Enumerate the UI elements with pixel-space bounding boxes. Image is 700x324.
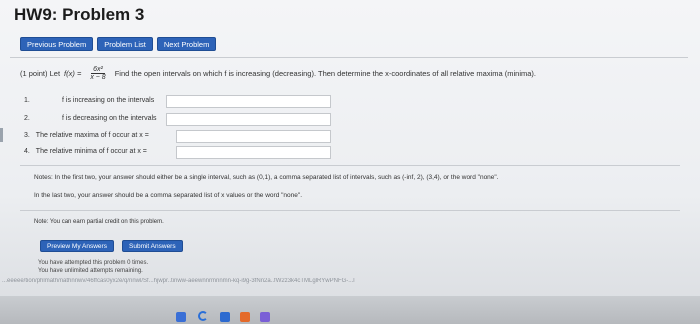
next-problem-button[interactable]: Next Problem [156, 37, 217, 51]
notes-line-1: Notes: In the first two, your answer sho… [34, 174, 499, 181]
question-label: 4. The relative minima of f occur at x = [24, 148, 147, 155]
submit-answers-button[interactable]: Submit Answers [122, 240, 183, 252]
attempts-count: You have attempted this problem 0 times. [38, 260, 149, 266]
answer-input-1[interactable] [166, 95, 331, 108]
points-label: (1 point) Let [20, 69, 61, 78]
app-icon[interactable] [176, 312, 186, 322]
refresh-icon[interactable] [198, 311, 208, 321]
fraction-denominator: x − 8 [90, 74, 106, 81]
taskbar [0, 296, 700, 324]
previous-problem-button[interactable]: Previous Problem [20, 37, 94, 51]
divider [10, 57, 688, 58]
notes-block: Notes: In the first two, your answer sho… [34, 172, 634, 202]
question-number: 2. [24, 115, 30, 122]
question-text: The relative maxima of f occur at x = [35, 132, 149, 139]
partial-credit-note: Note: You can earn partial credit on thi… [34, 219, 164, 225]
left-edge-marker [0, 128, 3, 142]
fraction-numerator: 6x² [91, 66, 105, 74]
function-lhs: f(x) = [64, 69, 82, 78]
answer-input-4[interactable] [176, 146, 331, 159]
preview-answers-button[interactable]: Preview My Answers [40, 240, 114, 252]
problem-instructions: Find the open intervals on which f is in… [114, 69, 537, 78]
problem-list-button[interactable]: Problem List [97, 37, 153, 51]
answer-input-3[interactable] [176, 130, 331, 143]
question-label: f is decreasing on the intervals [62, 115, 157, 122]
url-strip: ...eeeee/tion/phlmath/nathnnwv/46ffcas0y… [2, 278, 355, 284]
question-label: f is increasing on the intervals [62, 97, 155, 104]
divider [20, 165, 680, 166]
answer-input-2[interactable] [166, 113, 331, 126]
question-label: 3. The relative maxima of f occur at x = [24, 132, 149, 139]
question-row-3: 3. The relative maxima of f occur at x = [24, 132, 149, 139]
attempts-remaining: You have unlimited attempts remaining. [38, 268, 143, 274]
function-fraction: 6x² x − 8 [88, 66, 107, 81]
app-icon[interactable] [240, 312, 250, 322]
notes-line-2: In the last two, your answer should be a… [34, 192, 303, 199]
problem-nav: Previous Problem Problem List Next Probl… [20, 37, 217, 51]
question-number: 3. [24, 132, 30, 139]
page-background: HW9: Problem 3 Previous Problem Problem … [0, 0, 700, 324]
question-row-4: 4. The relative minima of f occur at x = [24, 148, 147, 155]
question-text: The relative minima of f occur at x = [35, 148, 147, 155]
app-icon[interactable] [260, 312, 270, 322]
question-number: 4. [24, 148, 30, 155]
question-row-1: 1. f is increasing on the intervals [24, 97, 154, 104]
page-title: HW9: Problem 3 [14, 5, 145, 24]
problem-statement: (1 point) Let f(x) = 6x² x − 8 Find the … [20, 66, 680, 81]
divider [20, 210, 680, 211]
question-number: 1. [24, 97, 30, 104]
question-row-2: 2. f is decreasing on the intervals [24, 115, 157, 122]
app-icon[interactable] [220, 312, 230, 322]
